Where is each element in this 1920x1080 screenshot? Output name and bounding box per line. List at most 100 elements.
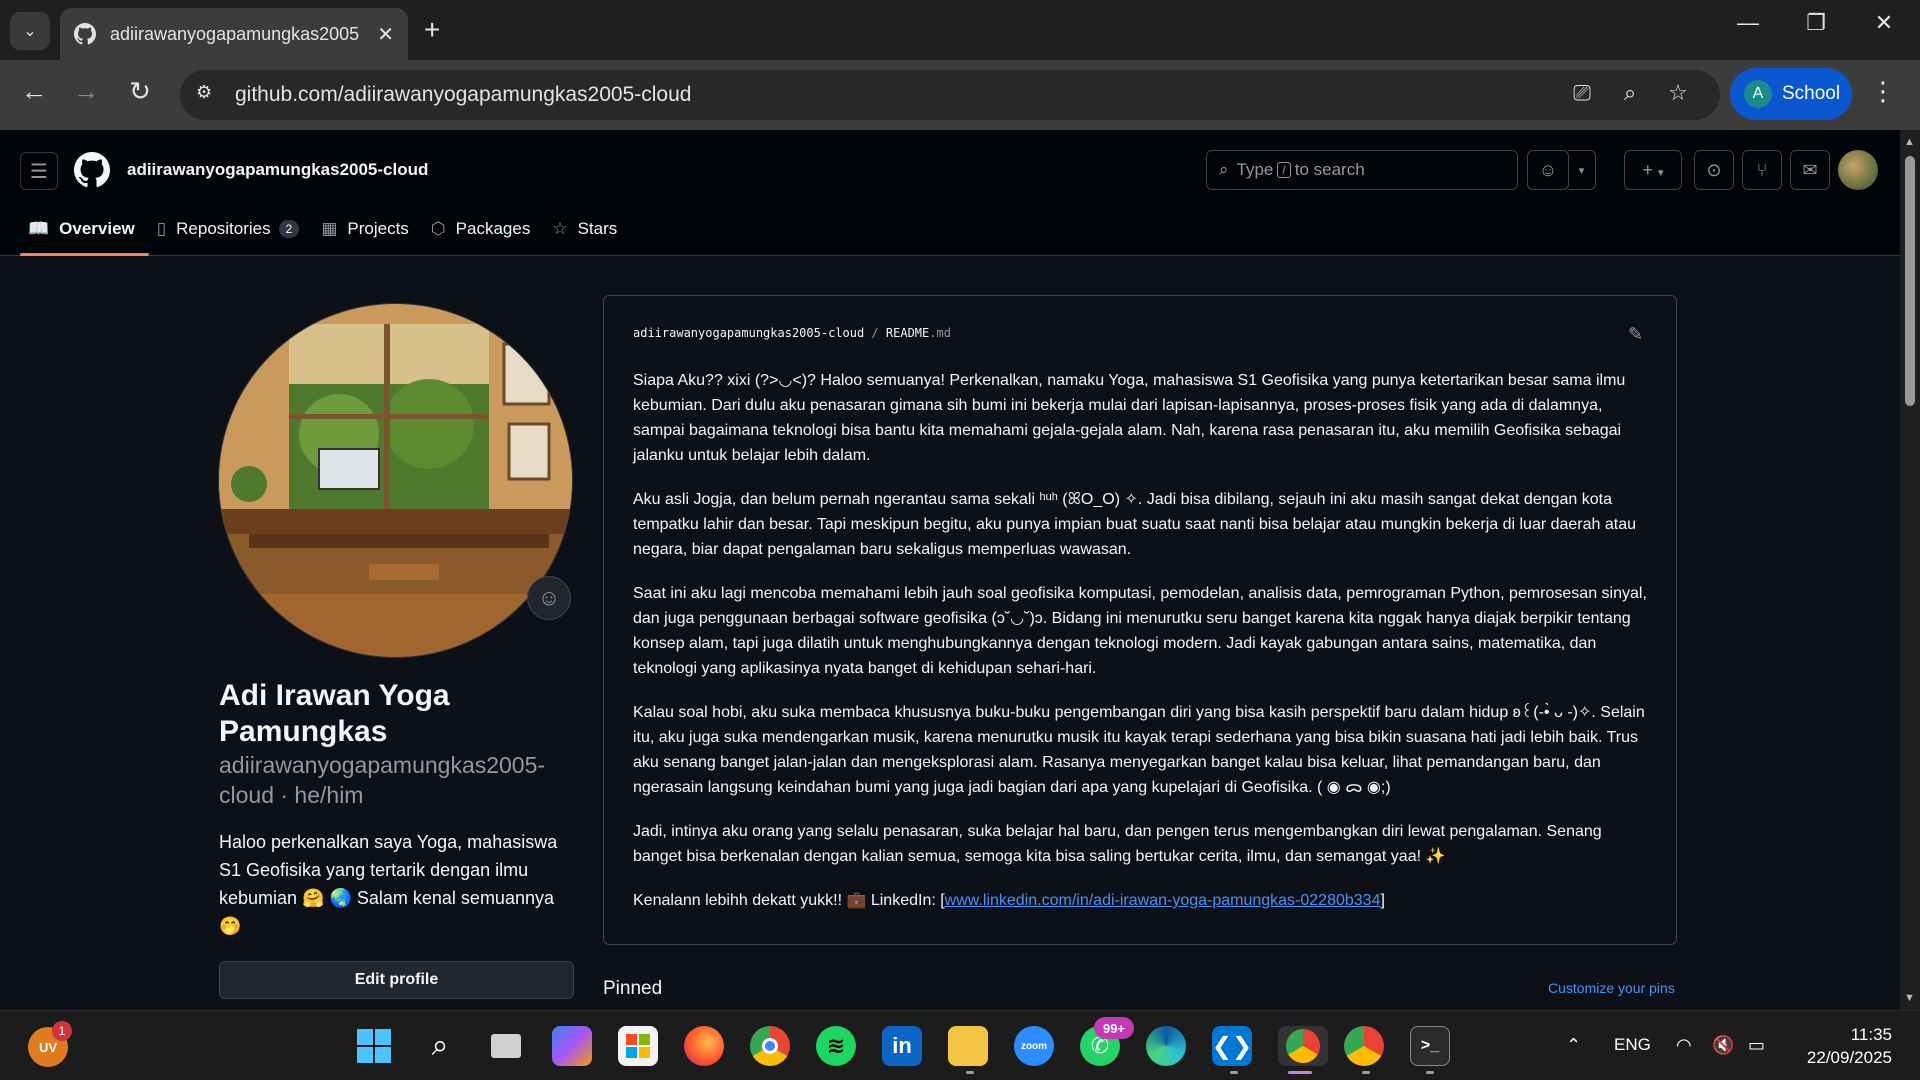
- search-suffix: to search: [1294, 160, 1365, 179]
- path-separator: /: [871, 326, 879, 340]
- zoom-icon[interactable]: ⌕: [1614, 80, 1646, 106]
- back-icon[interactable]: ←: [14, 76, 54, 107]
- header-username[interactable]: adiirawanyogapamungkas2005-cloud: [127, 160, 428, 180]
- tab-packages[interactable]: ⬡ Packages: [423, 212, 545, 256]
- tab-projects[interactable]: ▦ Projects: [313, 212, 422, 256]
- user-avatar[interactable]: [1838, 150, 1878, 190]
- page-scrollbar[interactable]: ▲ ▼: [1900, 130, 1920, 1010]
- linkedin-link[interactable]: www.linkedin.com/in/adi-irawan-yoga-pamu…: [945, 892, 1381, 909]
- issues-button[interactable]: ⊙: [1694, 150, 1734, 190]
- windows-taskbar: UV 1 ⌕ ≋ in zoom ✆ 99+ ❮❯ >_ ⌃ ENG ◠ 🔇 ▭…: [0, 1010, 1920, 1080]
- site-info-icon[interactable]: ⚙: [196, 82, 222, 108]
- tab-repositories[interactable]: ▯ Repositories 2: [149, 212, 314, 256]
- browser-profile-button[interactable]: A School: [1730, 68, 1852, 120]
- reload-icon[interactable]: ↻: [120, 76, 160, 107]
- profile-bio: Haloo perkenalkan saya Yoga, mahasiswa S…: [219, 832, 558, 936]
- clock-time: 11:35: [1850, 1025, 1892, 1044]
- tab-title: adiirawanyogapamungkas2005: [110, 23, 360, 44]
- edit-profile-button[interactable]: Edit profile: [219, 961, 574, 999]
- pull-request-icon: ⑂: [1756, 159, 1768, 180]
- chrome-icon[interactable]: [750, 1026, 790, 1066]
- readme-paragraph: Siapa Aku?? xixi (?>◡<)? Haloo semuanya!…: [633, 372, 1626, 464]
- language-indicator[interactable]: ENG: [1614, 1035, 1651, 1055]
- tab-label: Packages: [455, 219, 531, 238]
- search-icon[interactable]: ⌕: [420, 1026, 460, 1066]
- address-bar[interactable]: ⚙ github.com/adiirawanyogapamungkas2005-…: [180, 70, 1720, 120]
- plus-icon: + ▾: [1642, 159, 1664, 180]
- running-indicator: [1230, 1071, 1238, 1074]
- microsoft-store-icon[interactable]: [618, 1026, 658, 1066]
- issue-icon: ⊙: [1706, 159, 1722, 180]
- running-indicator: [1426, 1071, 1434, 1074]
- close-window-icon[interactable]: ✕: [1864, 10, 1904, 36]
- linkedin-suffix: ]: [1380, 892, 1385, 909]
- set-status-button[interactable]: ☺: [527, 576, 571, 620]
- create-new-button[interactable]: + ▾: [1624, 150, 1682, 190]
- edge-icon[interactable]: [1146, 1026, 1186, 1066]
- pencil-icon[interactable]: ✎: [1628, 324, 1643, 345]
- github-header: ☰ adiirawanyogapamungkas2005-cloud ⌕ Typ…: [0, 130, 1900, 256]
- profile-full-name: Adi Irawan Yoga Pamungkas: [219, 679, 450, 748]
- tab-search-button[interactable]: ⌄: [10, 12, 50, 50]
- new-tab-icon[interactable]: +: [424, 14, 440, 46]
- active-browser-tab[interactable]: adiirawanyogapamungkas2005 ✕: [60, 8, 408, 60]
- active-app-indicator: [1288, 1071, 1312, 1074]
- inbox-button[interactable]: ✉: [1790, 150, 1830, 190]
- chrome-second-profile-icon[interactable]: [1344, 1026, 1384, 1066]
- linkedin-icon[interactable]: in: [882, 1026, 922, 1066]
- tab-label: Projects: [347, 219, 409, 238]
- repo-icon: ▯: [156, 219, 167, 238]
- search-icon: ⌕: [1219, 160, 1229, 179]
- running-indicator: [966, 1071, 974, 1074]
- profile-avatar: A: [1744, 80, 1772, 108]
- copilot-button[interactable]: ☺: [1527, 150, 1569, 190]
- windows-start-icon[interactable]: [354, 1026, 394, 1066]
- spotify-icon[interactable]: ≋: [816, 1026, 856, 1066]
- firefox-icon[interactable]: [684, 1026, 724, 1066]
- vscode-icon[interactable]: ❮❯: [1212, 1026, 1252, 1066]
- url-text[interactable]: github.com/adiirawanyogapamungkas2005-cl…: [235, 83, 691, 107]
- github-logo-icon[interactable]: [74, 152, 110, 188]
- clock-date: 22/09/2025: [1806, 1048, 1892, 1067]
- hamburger-menu-icon[interactable]: ☰: [20, 152, 58, 190]
- readme-paragraph: Aku asli Jogja, dan belum pernah ngerant…: [633, 491, 1637, 558]
- scroll-thumb[interactable]: [1905, 156, 1915, 406]
- browser-tab-bar: ⌄ adiirawanyogapamungkas2005 ✕ + — ❐ ✕: [0, 0, 1920, 60]
- restore-icon[interactable]: ❐: [1796, 10, 1836, 36]
- pull-requests-button[interactable]: ⑂: [1742, 150, 1782, 190]
- terminal-icon[interactable]: >_: [1410, 1026, 1450, 1066]
- search-input[interactable]: ⌕ Type / to search: [1206, 150, 1518, 190]
- tab-overview[interactable]: 📖 Overview: [20, 212, 149, 256]
- chevron-down-icon: ⌄: [23, 23, 37, 40]
- profile-login-pronouns: adiirawanyogapamungkas2005-cloud · he/hi…: [219, 752, 546, 808]
- battery-icon[interactable]: ▭: [1748, 1035, 1765, 1056]
- scroll-down-icon[interactable]: ▼: [1904, 992, 1915, 1004]
- readme-owner[interactable]: adiirawanyogapamungkas2005-cloud: [633, 326, 864, 340]
- scroll-up-icon[interactable]: ▲: [1904, 136, 1915, 148]
- install-app-icon[interactable]: ⎚: [1566, 80, 1598, 106]
- volume-muted-icon[interactable]: 🔇: [1712, 1035, 1734, 1056]
- copilot-icon[interactable]: [552, 1026, 592, 1066]
- forward-icon[interactable]: →: [66, 76, 106, 107]
- system-clock[interactable]: 11:35 22/09/2025: [1796, 1023, 1892, 1069]
- wifi-icon[interactable]: ◠: [1676, 1035, 1692, 1056]
- notification-badge: 1: [52, 1021, 72, 1041]
- tab-stars[interactable]: ☆ Stars: [544, 212, 631, 256]
- browser-menu-icon[interactable]: ⋮: [1870, 76, 1896, 107]
- task-view-icon[interactable]: [486, 1026, 526, 1066]
- close-tab-icon[interactable]: ✕: [377, 22, 394, 47]
- chevron-up-icon[interactable]: ⌃: [1566, 1035, 1581, 1056]
- zoom-icon[interactable]: zoom: [1014, 1026, 1054, 1066]
- profile-photo[interactable]: [218, 303, 573, 658]
- customize-pins-link[interactable]: Customize your pins: [1548, 980, 1675, 996]
- chrome-school-profile-icon[interactable]: [1278, 1026, 1328, 1066]
- profile-nav-tabs: 📖 Overview ▯ Repositories 2 ▦ Projects ⬡ Pack…: [20, 212, 631, 256]
- minimize-icon[interactable]: —: [1728, 10, 1768, 36]
- tab-label: Repositories: [176, 219, 271, 238]
- profile-label: School: [1782, 83, 1841, 104]
- copilot-dropdown[interactable]: ▾: [1568, 150, 1596, 190]
- file-explorer-icon[interactable]: [948, 1026, 988, 1066]
- readme-path: adiirawanyogapamungkas2005-cloud / READM…: [633, 326, 951, 340]
- smiley-icon: ☺: [537, 585, 561, 610]
- bookmark-star-icon[interactable]: ☆: [1662, 80, 1694, 106]
